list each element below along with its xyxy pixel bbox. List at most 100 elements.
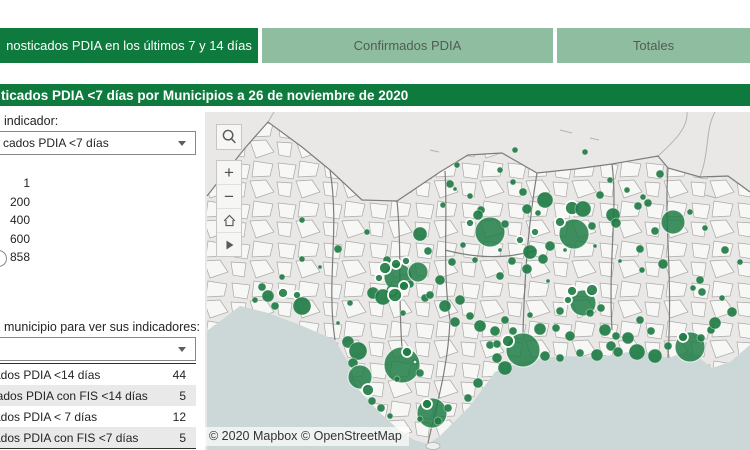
map-bubble[interactable]	[492, 339, 502, 349]
map-bubble[interactable]	[595, 190, 605, 200]
map-bubble[interactable]	[333, 244, 343, 254]
map-bubble[interactable]	[720, 245, 730, 255]
map-bubble[interactable]	[434, 274, 446, 286]
map-bubble[interactable]	[270, 301, 280, 311]
map-bubble[interactable]	[534, 209, 542, 217]
map-bubble[interactable]	[677, 331, 689, 343]
map-bubble[interactable]	[465, 218, 475, 228]
map-bubble[interactable]	[401, 256, 411, 266]
map-bubble[interactable]	[581, 148, 589, 156]
tab-0[interactable]: nosticados PDIA en los últimos 7 y 14 dí…	[0, 28, 258, 63]
map-bubble[interactable]	[407, 261, 429, 283]
map-bubble[interactable]	[511, 146, 519, 154]
map-bubble[interactable]	[522, 244, 538, 260]
map-bubble[interactable]	[646, 326, 656, 336]
map-bubble[interactable]	[544, 240, 556, 252]
map-bubble[interactable]	[617, 258, 623, 264]
map-bubble[interactable]	[539, 350, 551, 362]
map-bubble[interactable]	[412, 226, 428, 242]
map-bubble[interactable]	[495, 271, 505, 281]
map-bubble[interactable]	[643, 198, 653, 208]
map-bubble[interactable]	[452, 186, 458, 192]
map-bubble[interactable]	[696, 333, 706, 343]
map-bubble[interactable]	[718, 294, 726, 302]
map-bubble[interactable]	[390, 258, 402, 270]
map-bubble[interactable]	[663, 341, 673, 351]
municipality-dropdown[interactable]	[0, 337, 196, 361]
map-bubble[interactable]	[530, 227, 540, 237]
zoom-in-button[interactable]: +	[217, 161, 241, 184]
map-bubble[interactable]	[445, 179, 455, 189]
map-bubble[interactable]	[508, 326, 518, 336]
map-bubble[interactable]	[447, 257, 457, 267]
map-bubble[interactable]	[471, 256, 479, 264]
map-bubble[interactable]	[635, 244, 645, 254]
map-bubble[interactable]	[500, 315, 510, 325]
map-search-button[interactable]	[216, 124, 242, 150]
map-bubble[interactable]	[497, 247, 503, 253]
map-bubble[interactable]	[443, 403, 453, 413]
map-bubble[interactable]	[317, 264, 323, 270]
map-bubble[interactable]	[251, 296, 259, 304]
map-bubble[interactable]	[509, 178, 517, 186]
map-bubble[interactable]	[412, 359, 418, 365]
map-bubble[interactable]	[500, 219, 510, 229]
map-bubble[interactable]	[261, 289, 275, 303]
map-attribution[interactable]: © 2020 Mapbox © OpenStreetMap	[205, 427, 409, 446]
map-bubble[interactable]	[701, 224, 709, 232]
map-bubble[interactable]	[518, 187, 528, 197]
map-bubble[interactable]	[278, 273, 286, 281]
map-bubble[interactable]	[606, 176, 614, 184]
map-bubble[interactable]	[399, 309, 407, 317]
map-bubble[interactable]	[660, 209, 686, 235]
map-bubble[interactable]	[398, 280, 410, 292]
map-bubble[interactable]	[545, 278, 551, 284]
map-bubble[interactable]	[298, 255, 306, 263]
map-bubble[interactable]	[537, 253, 549, 265]
map-bubble[interactable]	[536, 191, 554, 209]
map-bubble[interactable]	[393, 375, 401, 383]
map-bubble[interactable]	[628, 343, 646, 361]
map-bubble[interactable]	[521, 203, 533, 215]
tab-2[interactable]: Totales	[557, 28, 750, 63]
map-bubble[interactable]	[497, 360, 513, 376]
map-bubble[interactable]	[657, 258, 669, 270]
indicator-dropdown[interactable]: cados PDIA <7 días	[0, 131, 196, 155]
map-bubble[interactable]	[472, 209, 484, 221]
map-bubble[interactable]	[298, 216, 306, 224]
map-bubble[interactable]	[686, 208, 694, 216]
map-bubble[interactable]	[647, 348, 663, 364]
map-bubble[interactable]	[585, 308, 595, 318]
map-bubble[interactable]	[367, 396, 377, 406]
map-bubble[interactable]	[610, 217, 622, 229]
map-bubble[interactable]	[421, 398, 433, 410]
map-bubble[interactable]	[554, 216, 566, 228]
map-bubble[interactable]	[650, 226, 660, 236]
map-bubble[interactable]	[361, 383, 375, 397]
map-bubble[interactable]	[346, 299, 354, 307]
map-bubble[interactable]	[587, 221, 597, 231]
map-bubble[interactable]	[611, 331, 621, 341]
map-bubble[interactable]	[489, 325, 501, 337]
map-bubble[interactable]	[465, 311, 475, 321]
map-bubble[interactable]	[736, 258, 744, 266]
map-bubble[interactable]	[596, 303, 606, 313]
map-bubble[interactable]	[526, 311, 534, 319]
map-bubble[interactable]	[575, 348, 585, 358]
map-bubble[interactable]	[621, 331, 635, 345]
map-bubble[interactable]	[515, 235, 525, 245]
map-bubble[interactable]	[473, 319, 487, 333]
map-bubble[interactable]	[555, 353, 565, 363]
map-bubble[interactable]	[590, 348, 604, 362]
map-bubble[interactable]	[562, 247, 568, 253]
map-bubble[interactable]	[533, 322, 547, 336]
map-bubble[interactable]	[496, 166, 504, 174]
map-bubble[interactable]	[638, 266, 646, 274]
map-bubble[interactable]	[566, 285, 578, 297]
map-bubble[interactable]	[378, 261, 392, 275]
map-bubble[interactable]	[401, 346, 413, 358]
map-bubble[interactable]	[454, 294, 466, 306]
map-bubble[interactable]	[521, 263, 533, 275]
map-bubble[interactable]	[386, 412, 394, 420]
map-bubble[interactable]	[501, 334, 515, 348]
